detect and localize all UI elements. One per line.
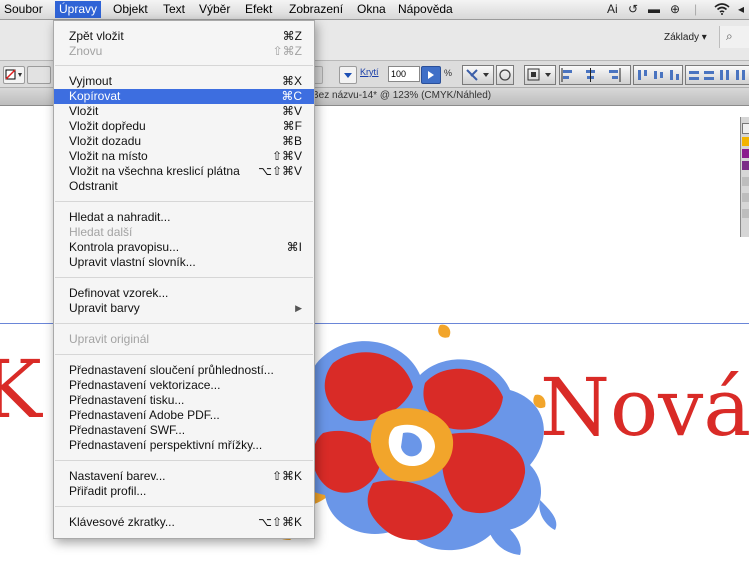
menu-separator xyxy=(55,323,313,324)
sync-icon[interactable]: ↺ xyxy=(628,2,638,17)
menu-separator xyxy=(55,506,313,507)
menu-item-copy[interactable]: Kopírovat ⌘C xyxy=(54,89,314,104)
menu-item-adobe-pdf-presets[interactable]: Přednastavení Adobe PDF... xyxy=(54,408,314,423)
panel-swatch[interactable] xyxy=(742,193,749,202)
panel-swatch[interactable] xyxy=(742,177,749,186)
menu-separator xyxy=(55,65,313,66)
transform-icon[interactable] xyxy=(524,65,556,85)
divider-icon: | xyxy=(694,2,698,16)
percent-icon: % xyxy=(444,68,453,78)
menu-zobrazeni[interactable]: Zobrazení xyxy=(289,1,343,18)
align-objects-group[interactable] xyxy=(559,65,631,85)
document-title: Bez názvu-14* @ 123% (CMYK/Náhled) xyxy=(312,90,492,101)
opacity-input[interactable]: 100 xyxy=(388,66,420,82)
recolor-artwork-icon[interactable] xyxy=(462,65,494,85)
menu-item-edit-colors[interactable]: Upravit barvy ▶ xyxy=(54,301,314,316)
menu-item-print-presets[interactable]: Přednastavení tisku... xyxy=(54,393,314,408)
menu-item-find-next: Hledat další xyxy=(69,225,133,239)
menu-item-paste[interactable]: Vložit ⌘V xyxy=(54,104,314,119)
menu-separator xyxy=(55,201,313,202)
menu-text[interactable]: Text xyxy=(163,1,185,18)
menu-item-paste-in-place[interactable]: Vložit na místo ⇧⌘V xyxy=(54,149,314,164)
wifi-icon[interactable] xyxy=(714,2,730,19)
menu-item-paste-on-all-artboards[interactable]: Vložit na všechna kreslicí plátna ⌥⇧⌘V xyxy=(54,164,314,179)
edit-menu: Zpět vložit ⌘Z Znovu ⇧⌘Z Vyjmout ⌘X Kopírov… xyxy=(53,20,315,539)
opacity-dropdown[interactable] xyxy=(421,66,441,84)
menu-vyber[interactable]: Výběr xyxy=(199,1,230,18)
menu-item-edit-original: Upravit originál xyxy=(69,332,150,346)
brush-dropdown[interactable] xyxy=(339,66,357,84)
menu-efekt[interactable]: Efekt xyxy=(245,1,272,18)
panel-swatch[interactable] xyxy=(742,209,749,218)
menu-okna[interactable]: Okna xyxy=(357,1,386,18)
panel-swatch[interactable] xyxy=(742,149,749,158)
menu-item-edit-custom-dictionary[interactable]: Upravit vlastní slovník... xyxy=(54,255,314,270)
menu-item-check-spelling[interactable]: Kontrola pravopisu... ⌘I xyxy=(54,240,314,255)
menu-item-cut[interactable]: Vyjmout ⌘X xyxy=(54,74,314,89)
menu-upravy[interactable]: Úpravy xyxy=(55,1,102,18)
panel-swatch[interactable] xyxy=(742,123,749,134)
globe-icon[interactable] xyxy=(496,65,514,85)
menu-item-clear[interactable]: Odstranit xyxy=(54,179,314,194)
menu-item-transparency-flattener-presets[interactable]: Přednastavení sloučení průhledností... xyxy=(54,363,314,378)
menu-item-paste-in-back[interactable]: Vložit dozadu ⌘B xyxy=(54,134,314,149)
volume-icon[interactable]: ◂ xyxy=(738,2,744,17)
search-icon: ⌕ xyxy=(726,29,733,43)
stroke-control[interactable] xyxy=(27,66,51,84)
menu-item-undo-paste[interactable]: Zpět vložit ⌘Z xyxy=(54,29,314,44)
artwork-text-left[interactable]: K xyxy=(0,350,42,430)
menu-item-perspective-grid-presets[interactable]: Přednastavení perspektivní mřížky... xyxy=(54,438,314,453)
distribute-group[interactable] xyxy=(685,65,749,85)
menu-item-keyboard-shortcuts[interactable]: Klávesové zkratky... ⌥⇧⌘K xyxy=(54,515,314,530)
menu-item-color-settings[interactable]: Nastavení barev... ⇧⌘K xyxy=(54,469,314,484)
menu-separator xyxy=(55,277,313,278)
menu-separator xyxy=(55,460,313,461)
panel-swatch[interactable] xyxy=(742,137,749,146)
opacity-label[interactable]: Krytí xyxy=(360,67,379,77)
submenu-arrow-icon: ▶ xyxy=(295,303,302,313)
workspace-switcher[interactable]: Základy ▾ xyxy=(664,32,707,43)
side-panel-dock[interactable] xyxy=(740,117,749,237)
menu-item-paste-in-front[interactable]: Vložit dopředu ⌘F xyxy=(54,119,314,134)
menu-bar: Soubor Úpravy Objekt Text Výběr Efekt Zo… xyxy=(0,0,749,20)
menu-objekt[interactable]: Objekt xyxy=(113,1,148,18)
menu-item-redo: Znovu ⇧⌘Z xyxy=(69,44,302,58)
app-status-icon[interactable]: Ai xyxy=(607,2,618,17)
time-machine-icon[interactable]: ⊕ xyxy=(670,2,680,17)
menu-item-tracing-presets[interactable]: Přednastavení vektorizace... xyxy=(54,378,314,393)
menu-item-define-pattern[interactable]: Definovat vzorek... xyxy=(54,286,314,301)
menu-napoveda[interactable]: Nápověda xyxy=(398,1,453,18)
panel-swatch[interactable] xyxy=(742,161,749,170)
menu-item-swf-presets[interactable]: Přednastavení SWF... xyxy=(54,423,314,438)
menu-item-assign-profile[interactable]: Přiřadit profil... xyxy=(54,484,314,499)
fill-color-dropdown[interactable] xyxy=(3,66,25,84)
menu-separator xyxy=(55,354,313,355)
menu-item-find-replace[interactable]: Hledat a nahradit... xyxy=(54,210,314,225)
search-box[interactable]: ⌕ xyxy=(719,26,749,48)
align-vertical-group[interactable] xyxy=(633,65,683,85)
display-icon[interactable]: ▬ xyxy=(648,2,660,17)
menu-soubor[interactable]: Soubor xyxy=(4,1,43,18)
